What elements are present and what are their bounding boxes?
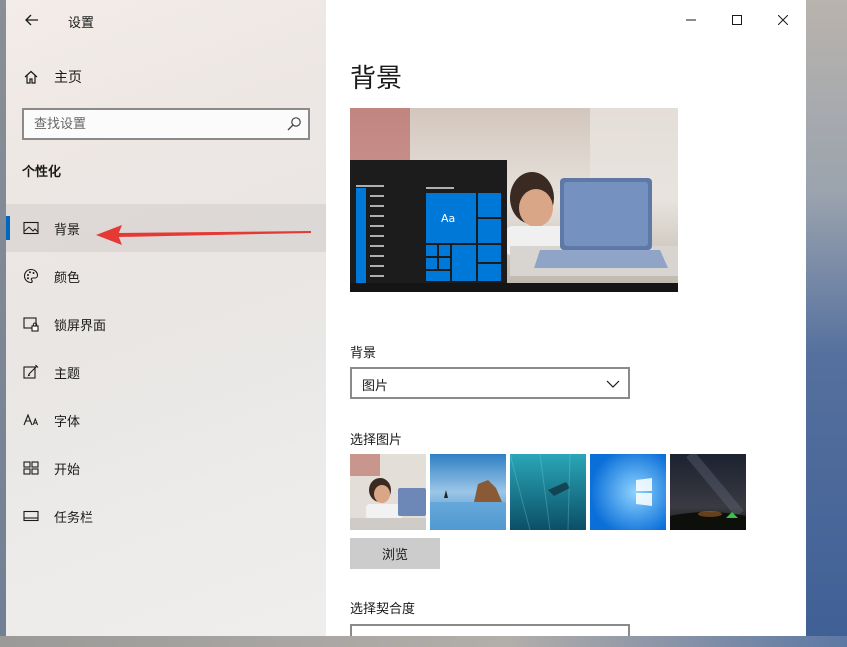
search-input[interactable]	[24, 110, 284, 138]
sidebar: 设置 主页 个性化	[6, 0, 326, 636]
background-preview: Aa	[350, 108, 678, 292]
sidebar-item-label: 主题	[54, 366, 81, 382]
content-pane: 背景 Aa 背景 图片 选择图片 浏览 选择契合度	[326, 0, 806, 636]
desktop-background	[806, 0, 847, 647]
palette-icon	[22, 267, 40, 285]
preview-taskbar	[350, 283, 678, 292]
theme-edit-icon	[22, 363, 40, 381]
picture-thumbnail-windows[interactable]	[590, 454, 666, 530]
maximize-icon	[732, 15, 742, 25]
preview-tile-text: Aa	[441, 212, 455, 225]
picture-thumbnail-beach[interactable]	[430, 454, 506, 530]
choose-fit-label: 选择契合度	[350, 602, 416, 617]
search-box	[22, 108, 310, 140]
taskbar-icon	[22, 507, 40, 525]
baidu-watermark: Baidu经验 jingyan.baidu.com	[642, 548, 807, 638]
maximize-button[interactable]	[714, 0, 760, 40]
watermark-url: jingyan.baidu.com	[654, 616, 756, 629]
close-button[interactable]	[760, 0, 806, 40]
page-title: 背景	[350, 64, 403, 94]
sidebar-item-colors[interactable]: 颜色	[6, 252, 326, 300]
sidebar-item-home[interactable]: 主页	[6, 58, 326, 96]
sidebar-item-fonts[interactable]: 字体	[6, 396, 326, 444]
sidebar-item-label: 开始	[54, 462, 81, 478]
background-type-dropdown[interactable]: 图片	[350, 367, 630, 399]
background-label: 背景	[350, 346, 377, 361]
home-icon	[22, 68, 40, 86]
minimize-icon	[686, 19, 696, 21]
choose-picture-label: 选择图片	[350, 433, 403, 448]
sidebar-item-label: 锁屏界面	[54, 318, 107, 334]
start-icon	[22, 459, 40, 477]
caption-buttons	[668, 0, 806, 40]
browse-button[interactable]: 浏览	[350, 538, 440, 569]
picture-thumbnails	[350, 454, 746, 530]
sidebar-item-label: 任务栏	[54, 510, 94, 526]
watermark-brand: Baidu经验	[646, 586, 789, 616]
image-icon	[22, 219, 40, 237]
sidebar-item-start[interactable]: 开始	[6, 444, 326, 492]
picture-thumbnail-underwater[interactable]	[510, 454, 586, 530]
sidebar-item-themes[interactable]: 主题	[6, 348, 326, 396]
picture-thumbnail-night-sky[interactable]	[670, 454, 746, 530]
sidebar-item-label: 背景	[54, 222, 81, 238]
close-icon	[778, 15, 788, 25]
sidebar-item-label: 字体	[54, 414, 81, 430]
font-icon	[22, 411, 40, 429]
search-icon[interactable]	[286, 116, 302, 132]
preview-tiles: Aa	[426, 193, 501, 281]
title-bar: 设置	[6, 0, 326, 40]
settings-window: 设置 主页 个性化	[6, 0, 806, 636]
fit-dropdown[interactable]	[350, 624, 630, 636]
section-title: 个性化	[22, 165, 62, 180]
annotation-arrow	[96, 225, 311, 245]
sidebar-item-home-label: 主页	[54, 70, 82, 86]
sidebar-item-label: 颜色	[54, 270, 81, 286]
chevron-down-icon	[606, 380, 620, 388]
minimize-button[interactable]	[668, 0, 714, 40]
sidebar-item-taskbar[interactable]: 任务栏	[6, 492, 326, 540]
lock-screen-icon	[22, 315, 40, 333]
background-type-value: 图片	[362, 379, 389, 394]
back-arrow-icon	[25, 14, 38, 26]
sidebar-nav-list: 背景 颜色 锁屏界面 主题 字体 开始 任务栏	[6, 204, 326, 540]
app-title: 设置	[68, 16, 95, 31]
back-button[interactable]	[18, 6, 46, 34]
picture-thumbnail-child-laptop[interactable]	[350, 454, 426, 530]
sidebar-item-lock-screen[interactable]: 锁屏界面	[6, 300, 326, 348]
